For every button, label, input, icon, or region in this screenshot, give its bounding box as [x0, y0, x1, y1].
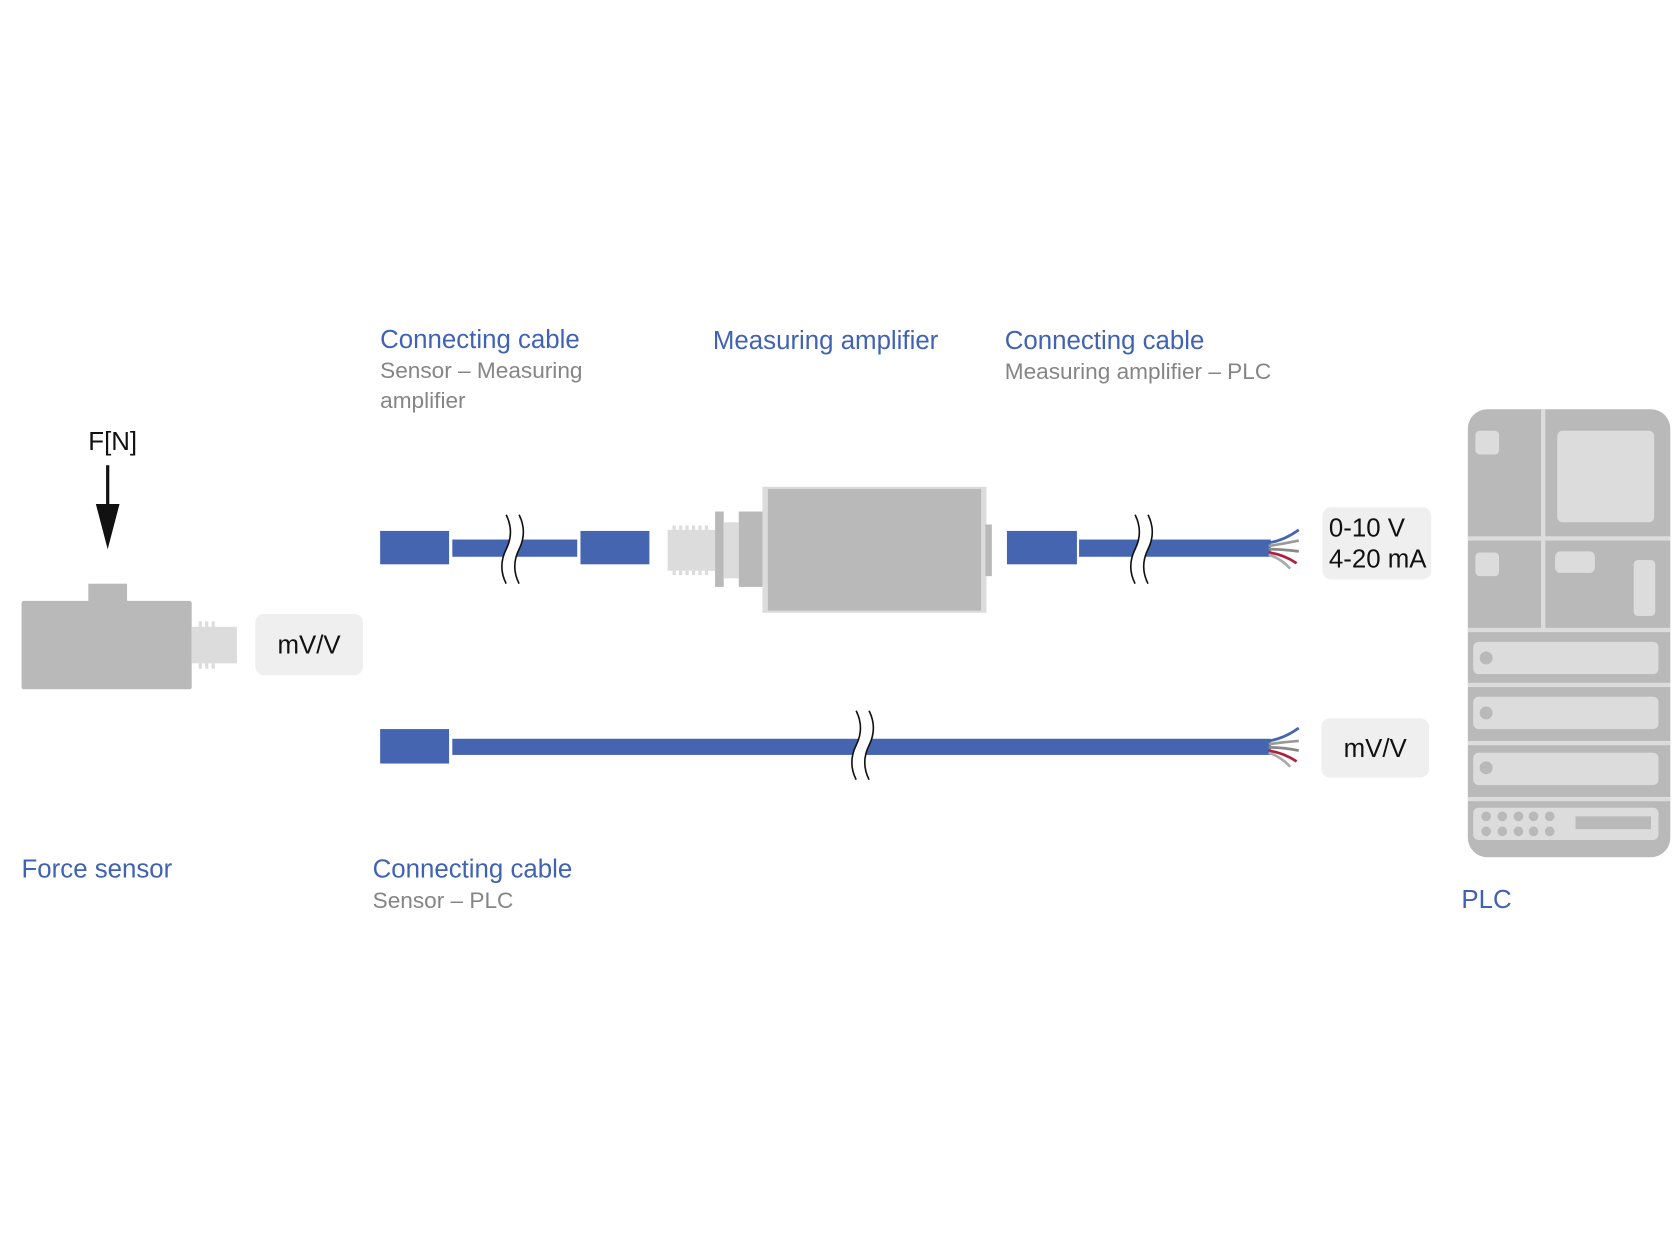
force-arrow-icon: [95, 465, 120, 550]
force-label: F[N]: [88, 428, 137, 456]
cable-amplifier-plc: [1006, 514, 1300, 585]
force-sensor: [21, 583, 237, 690]
output-current-label: 4-20 mA: [1329, 546, 1427, 574]
cable-amplifier-plc-subtitle: Measuring amplifier – PLC: [1005, 359, 1271, 384]
cable-sensor-plc-subtitle: Sensor – PLC: [373, 888, 514, 913]
cable-sensor-plc-title: Connecting cable: [373, 856, 573, 884]
plc-device: [1467, 409, 1671, 858]
sensor-output-badge: mV/V: [255, 613, 363, 676]
cable-amplifier-plc-title: Connecting cable: [1005, 327, 1205, 355]
amplifier-output-badge: 0-10 V 4-20 mA: [1322, 507, 1432, 580]
cable-sensor-amplifier: [380, 514, 650, 585]
measuring-amplifier: [667, 486, 992, 613]
force-sensor-title: Force sensor: [22, 856, 173, 884]
sensor-plc-output-label: mV/V: [1344, 735, 1408, 763]
stripped-wires-icon: [1268, 726, 1300, 768]
stripped-wires-icon: [1268, 528, 1300, 570]
sensor-output-label: mV/V: [277, 632, 341, 660]
plc-title: PLC: [1461, 886, 1511, 914]
output-voltage-label: 0-10 V: [1329, 514, 1406, 542]
amplifier-title: Measuring amplifier: [713, 327, 939, 355]
cable-sensor-amplifier-subtitle-1: Sensor – Measuring: [380, 358, 582, 383]
cable-sensor-plc: [380, 710, 1300, 781]
cable-sensor-amplifier-title: Connecting cable: [380, 326, 580, 354]
measurement-chain-diagram: Connecting cable Sensor – Measuring ampl…: [21, 326, 1671, 914]
cable-sensor-amplifier-subtitle-2: amplifier: [380, 388, 466, 413]
sensor-plc-output-badge: mV/V: [1321, 718, 1430, 778]
